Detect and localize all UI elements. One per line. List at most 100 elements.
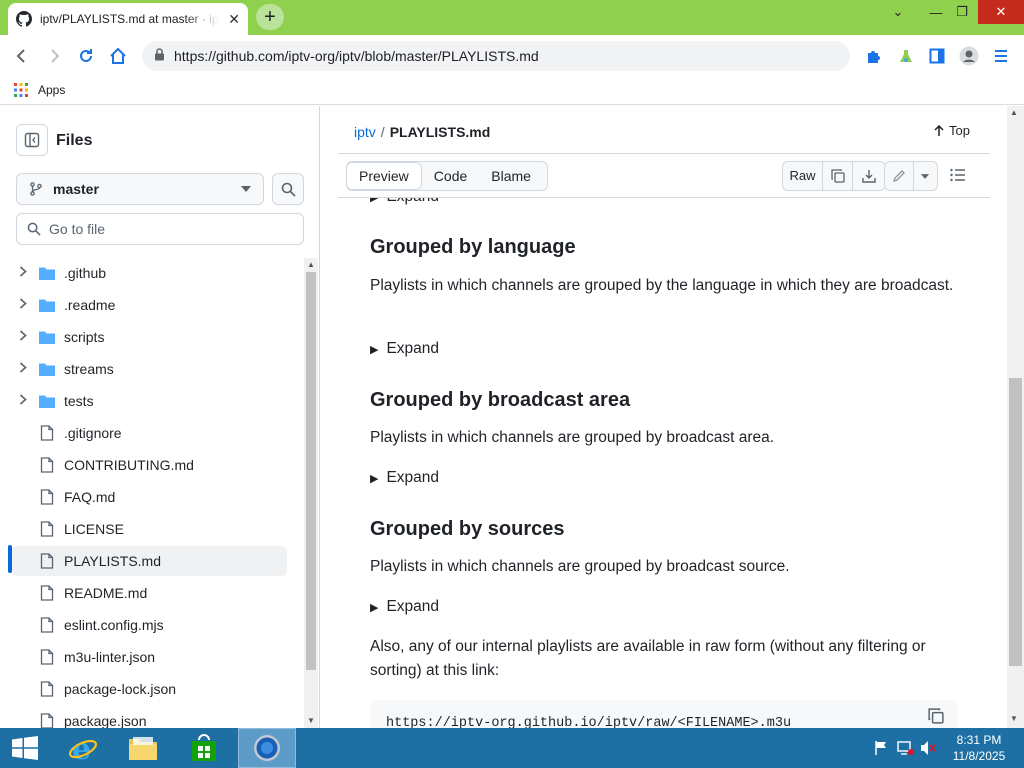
page-scroll-thumb[interactable] [1009,378,1022,666]
expand-label: Expand [386,598,440,615]
page-scrollbar[interactable]: ▲ ▼ [1007,106,1024,728]
extensions-icon[interactable] [860,43,886,69]
scroll-down-icon[interactable]: ▼ [307,716,315,725]
tree-item-label: README.md [64,585,148,601]
store-button[interactable] [175,728,233,768]
start-button[interactable] [0,728,50,768]
network-icon[interactable] [897,740,915,759]
forward-icon[interactable] [41,43,67,69]
tree-file-item[interactable]: m3u-linter.json [12,642,287,672]
tree-item-label: package.json [64,713,147,728]
tree-file-item[interactable]: .gitignore [12,418,287,448]
expand-toggle-previous[interactable]: ▶ Expand [370,198,439,206]
volume-muted-icon[interactable] [920,740,938,759]
tab-search-icon[interactable]: ⌄ [884,0,912,24]
triangle-right-icon: ▶ [370,601,379,614]
tree-file-item[interactable]: package.json [12,706,287,728]
tab-close-icon[interactable]: ✕ [228,11,240,28]
tree-item-label: .gitignore [64,425,122,441]
search-files-button[interactable] [272,173,304,205]
go-to-file-input[interactable]: Go to file [16,213,304,245]
tree-item-label: .readme [64,297,116,313]
expand-toggle-sources[interactable]: ▶ Expand [370,598,439,616]
tree-item-label: LICENSE [64,521,124,537]
tree-item-label: CONTRIBUTING.md [64,457,194,473]
file-tree-sidebar: Files master Go to file .github .readme sc… [0,106,320,728]
tab-blame[interactable]: Blame [479,162,543,190]
folder-icon [34,394,60,409]
file-explorer-button[interactable] [114,728,172,768]
go-to-file-placeholder: Go to file [49,221,106,237]
code-text: https://iptv-org.github.io/iptv/raw/<FIL… [386,716,792,728]
restore-icon[interactable]: ❐ [948,0,976,24]
back-icon[interactable] [9,43,35,69]
raw-button[interactable]: Raw [783,162,823,190]
tree-folder-item[interactable]: .github [12,258,287,288]
edit-dropdown-button[interactable] [914,162,937,190]
tab-code[interactable]: Code [422,162,479,190]
tree-file-item[interactable]: package-lock.json [12,674,287,704]
lab-extension-icon[interactable] [893,43,919,69]
window-close-icon[interactable]: ✕ [978,0,1024,24]
scroll-down-icon[interactable]: ▼ [1010,714,1018,723]
expand-toggle-language[interactable]: ▶ Expand [370,340,439,358]
chevron-right-icon[interactable] [12,330,34,344]
internet-explorer-button[interactable]: e [54,728,112,768]
branch-selector[interactable]: master [16,173,264,205]
chrome-taskbar-button[interactable] [238,728,296,768]
collapse-sidebar-button[interactable] [16,124,48,156]
browser-menu-icon[interactable] [988,43,1014,69]
copy-raw-button[interactable] [823,162,853,190]
browser-tab[interactable]: iptv/PLAYLISTS.md at master · iptv-org/i… [8,3,248,35]
heading-language: Grouped by language [370,236,576,258]
new-tab-button[interactable]: + [256,4,284,30]
chevron-right-icon[interactable] [12,298,34,312]
tree-folder-item[interactable]: tests [12,386,287,416]
edit-group [884,161,938,191]
tree-folder-item[interactable]: streams [12,354,287,384]
home-icon[interactable] [105,43,131,69]
top-button[interactable]: Top [934,123,970,138]
sidebar-scrollbar[interactable]: ▲ ▼ [304,258,318,728]
tree-folder-item[interactable]: scripts [12,322,287,352]
tree-file-item[interactable]: PLAYLISTS.md [12,546,287,576]
chevron-right-icon[interactable] [12,362,34,376]
scroll-up-icon[interactable]: ▲ [307,260,315,269]
folder-icon [129,737,157,760]
chevron-right-icon[interactable] [12,394,34,408]
tree-file-item[interactable]: eslint.config.mjs [12,610,287,640]
expand-label: Expand [386,469,440,486]
tree-folder-item[interactable]: .readme [12,290,287,320]
edit-button[interactable] [885,162,914,190]
side-panel-icon[interactable] [924,43,950,69]
chevron-right-icon[interactable] [12,266,34,280]
tree-file-item[interactable]: CONTRIBUTING.md [12,450,287,480]
file-icon [34,521,60,537]
clock[interactable]: 8:31 PM 11/8/2025 [946,732,1012,764]
breadcrumb-repo-link[interactable]: iptv [354,124,376,140]
download-raw-button[interactable] [853,162,885,190]
paragraph-sources: Playlists in which channels are grouped … [370,558,790,575]
triangle-right-icon: ▶ [370,472,379,485]
minimize-icon[interactable]: — [922,0,950,24]
tree-file-item[interactable]: FAQ.md [12,482,287,512]
reload-icon[interactable] [73,43,99,69]
tree-file-item[interactable]: LICENSE [12,514,287,544]
copy-code-button[interactable] [928,708,944,728]
expand-toggle-broadcast-area[interactable]: ▶ Expand [370,469,439,487]
profile-avatar-icon[interactable] [956,43,982,69]
scroll-up-icon[interactable]: ▲ [1010,108,1018,117]
action-center-flag-icon[interactable] [874,740,888,759]
file-icon [34,585,60,601]
tab-preview[interactable]: Preview [346,162,422,190]
tree-file-item[interactable]: README.md [12,578,287,608]
github-page: Files master Go to file .github .readme sc… [0,106,1024,728]
sidebar-scroll-thumb[interactable] [306,272,316,670]
tree-item-label: PLAYLISTS.md [64,553,162,569]
outline-button[interactable] [950,168,966,185]
apps-bookmark[interactable]: Apps [14,83,65,97]
tree-item-label: package-lock.json [64,681,177,697]
clock-time: 8:31 PM [956,733,1002,747]
list-unordered-icon [950,168,965,182]
address-bar[interactable]: https://github.com/iptv-org/iptv/blob/ma… [142,41,850,71]
